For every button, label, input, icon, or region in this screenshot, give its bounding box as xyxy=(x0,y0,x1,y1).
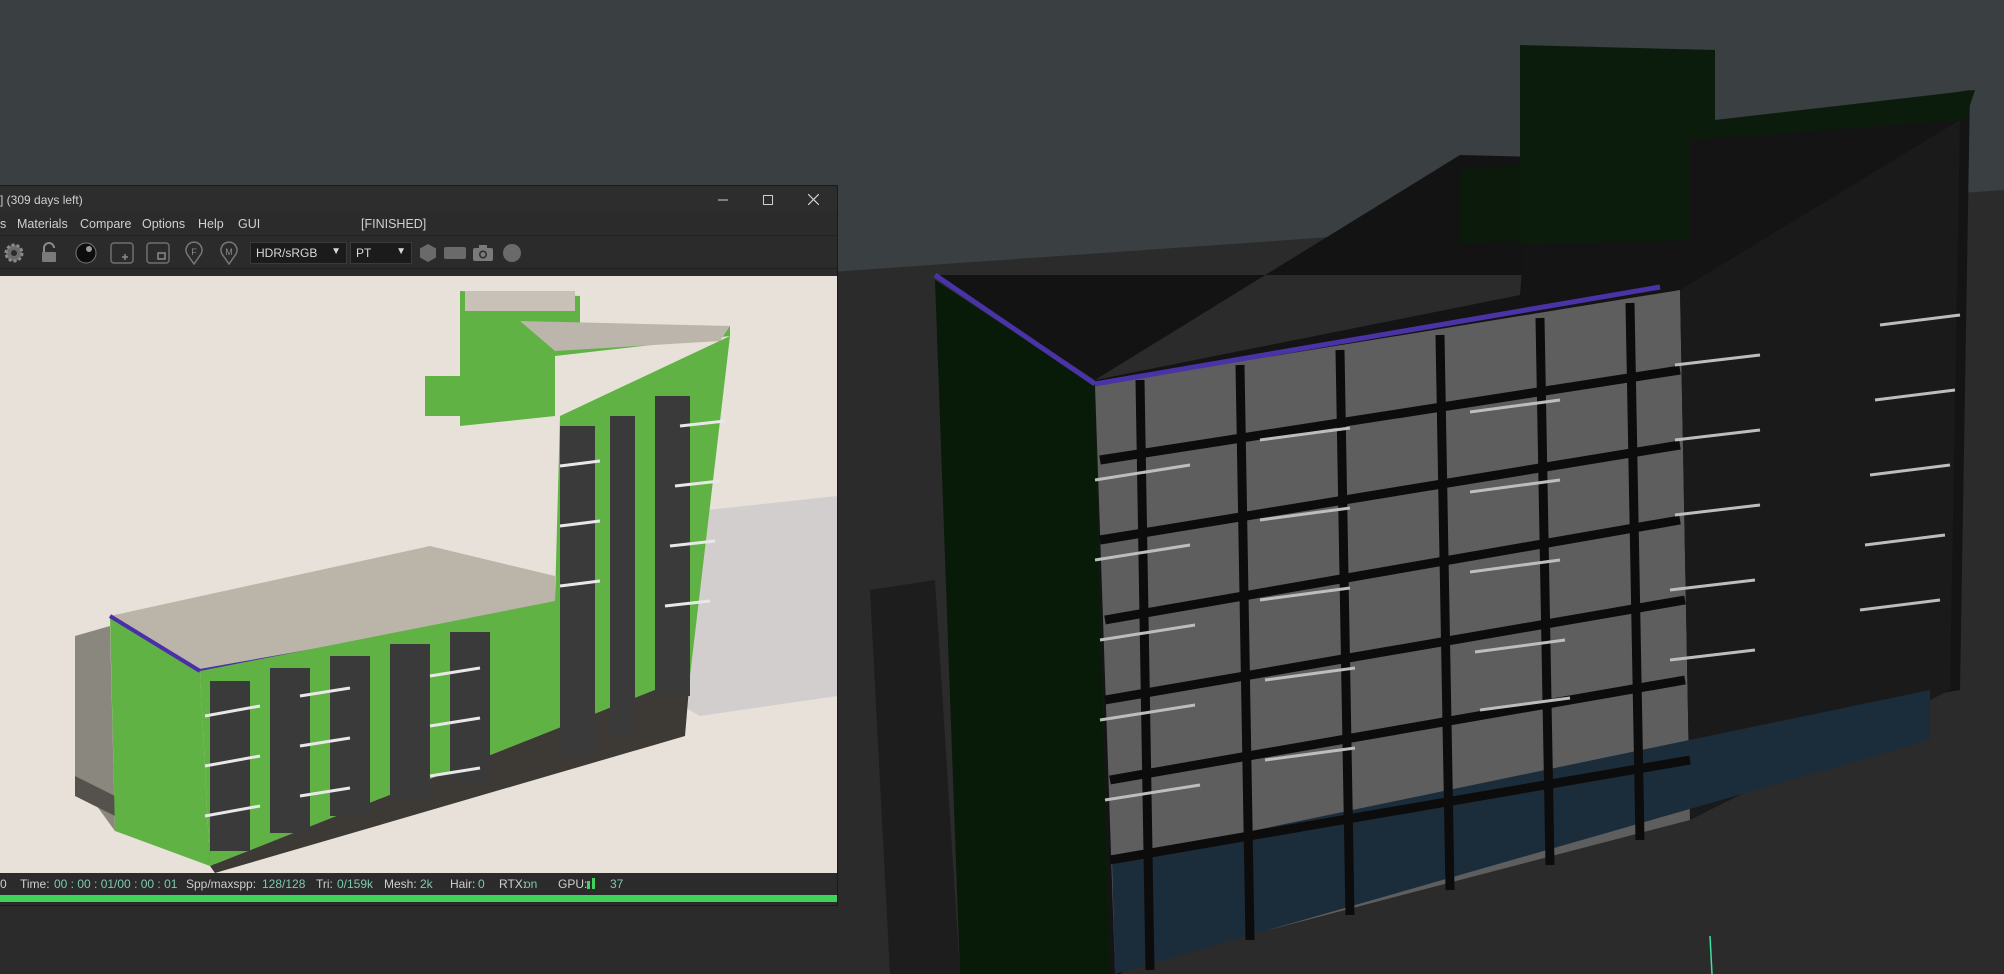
region-button[interactable] xyxy=(146,242,170,264)
sphere-icon xyxy=(75,242,97,264)
material-pin-button[interactable]: M xyxy=(217,241,241,265)
m-pin-icon: M xyxy=(220,241,238,265)
tri-value: 0/159k xyxy=(337,877,374,891)
close-icon xyxy=(807,194,819,205)
colorspace-value: HDR/sRGB xyxy=(256,246,318,260)
time-label: Time: xyxy=(20,877,50,891)
maximize-icon xyxy=(763,194,773,205)
hair-value: 0 xyxy=(478,877,485,891)
render-canvas[interactable] xyxy=(0,276,837,873)
camera-button[interactable] xyxy=(471,242,495,264)
hair-label: Hair: xyxy=(450,877,476,891)
focus-pin-button[interactable]: F xyxy=(182,241,206,265)
title-bar[interactable]: ] (309 days left) xyxy=(0,186,837,213)
chevron-down-icon: ▼ xyxy=(331,246,341,257)
circle-button[interactable] xyxy=(500,242,524,264)
hexagon-icon xyxy=(420,244,436,262)
menu-item-compare[interactable]: Compare xyxy=(80,217,131,231)
render-progress-fill xyxy=(0,895,837,902)
close-button[interactable] xyxy=(791,186,835,213)
render-status-label: [FINISHED] xyxy=(361,217,427,231)
circle-icon xyxy=(503,244,521,262)
colorspace-select[interactable]: HDR/sRGB ▼ xyxy=(250,242,347,264)
menu-item-materials[interactable]: Materials xyxy=(17,217,68,231)
maximize-button[interactable] xyxy=(746,186,790,213)
rectangle-icon xyxy=(444,247,466,259)
minimize-button[interactable] xyxy=(701,186,745,213)
svg-text:F: F xyxy=(191,247,197,257)
gpu-label: GPU: xyxy=(558,877,588,891)
mesh-label: Mesh: xyxy=(384,877,417,891)
camera-icon xyxy=(473,245,493,261)
time-value: 00 : 00 : 01/00 : 00 : 01 xyxy=(54,877,178,891)
menu-item-gui[interactable]: GUI xyxy=(238,217,260,231)
rtx-label: RTX: xyxy=(499,877,527,891)
window-title: ] (309 days left) xyxy=(0,193,83,207)
settings-button[interactable] xyxy=(2,242,26,264)
hexagon-button[interactable] xyxy=(416,242,440,264)
render-mode-value: PT xyxy=(356,246,372,260)
menu-item-options[interactable]: Options xyxy=(142,217,185,231)
lock-icon xyxy=(42,242,56,262)
menu-item-help[interactable]: Help xyxy=(198,217,224,231)
render-window[interactable]: ] (309 days left) s Materials Compare Op… xyxy=(0,186,837,905)
rectangle-button[interactable] xyxy=(443,242,467,264)
lock-button[interactable] xyxy=(37,242,61,264)
gpu-value: 37 xyxy=(610,877,624,891)
svg-text:M: M xyxy=(225,247,233,257)
add-region-button[interactable] xyxy=(110,242,134,264)
menu-item-s[interactable]: s xyxy=(0,217,6,231)
material-sphere-button[interactable] xyxy=(74,242,98,264)
spp-label: Spp/maxspp: xyxy=(186,877,257,891)
status-bar: 0 Time: 00 : 00 : 01/00 : 00 : 01 Spp/ma… xyxy=(0,875,837,892)
add-icon xyxy=(110,242,134,264)
render-mode-select[interactable]: PT ▼ xyxy=(350,242,412,264)
rtx-value: on xyxy=(524,877,538,891)
menu-bar: s Materials Compare Options Help GUI [FI… xyxy=(0,213,837,236)
mesh-value: 2k xyxy=(420,877,433,891)
minimize-icon xyxy=(718,199,728,200)
f-pin-icon: F xyxy=(185,241,203,265)
gpu-meter-icon xyxy=(587,878,597,892)
render-progress-bar xyxy=(0,895,837,902)
tri-label: Tri: xyxy=(316,877,333,891)
frame-icon xyxy=(146,242,170,264)
gear-icon xyxy=(4,243,24,263)
chevron-down-icon: ▼ xyxy=(396,246,406,257)
spp-value: 128/128 xyxy=(262,877,306,891)
toolbar: F M HDR/sRGB ▼ PT ▼ xyxy=(0,236,837,269)
status-lead: 0 xyxy=(0,877,7,891)
